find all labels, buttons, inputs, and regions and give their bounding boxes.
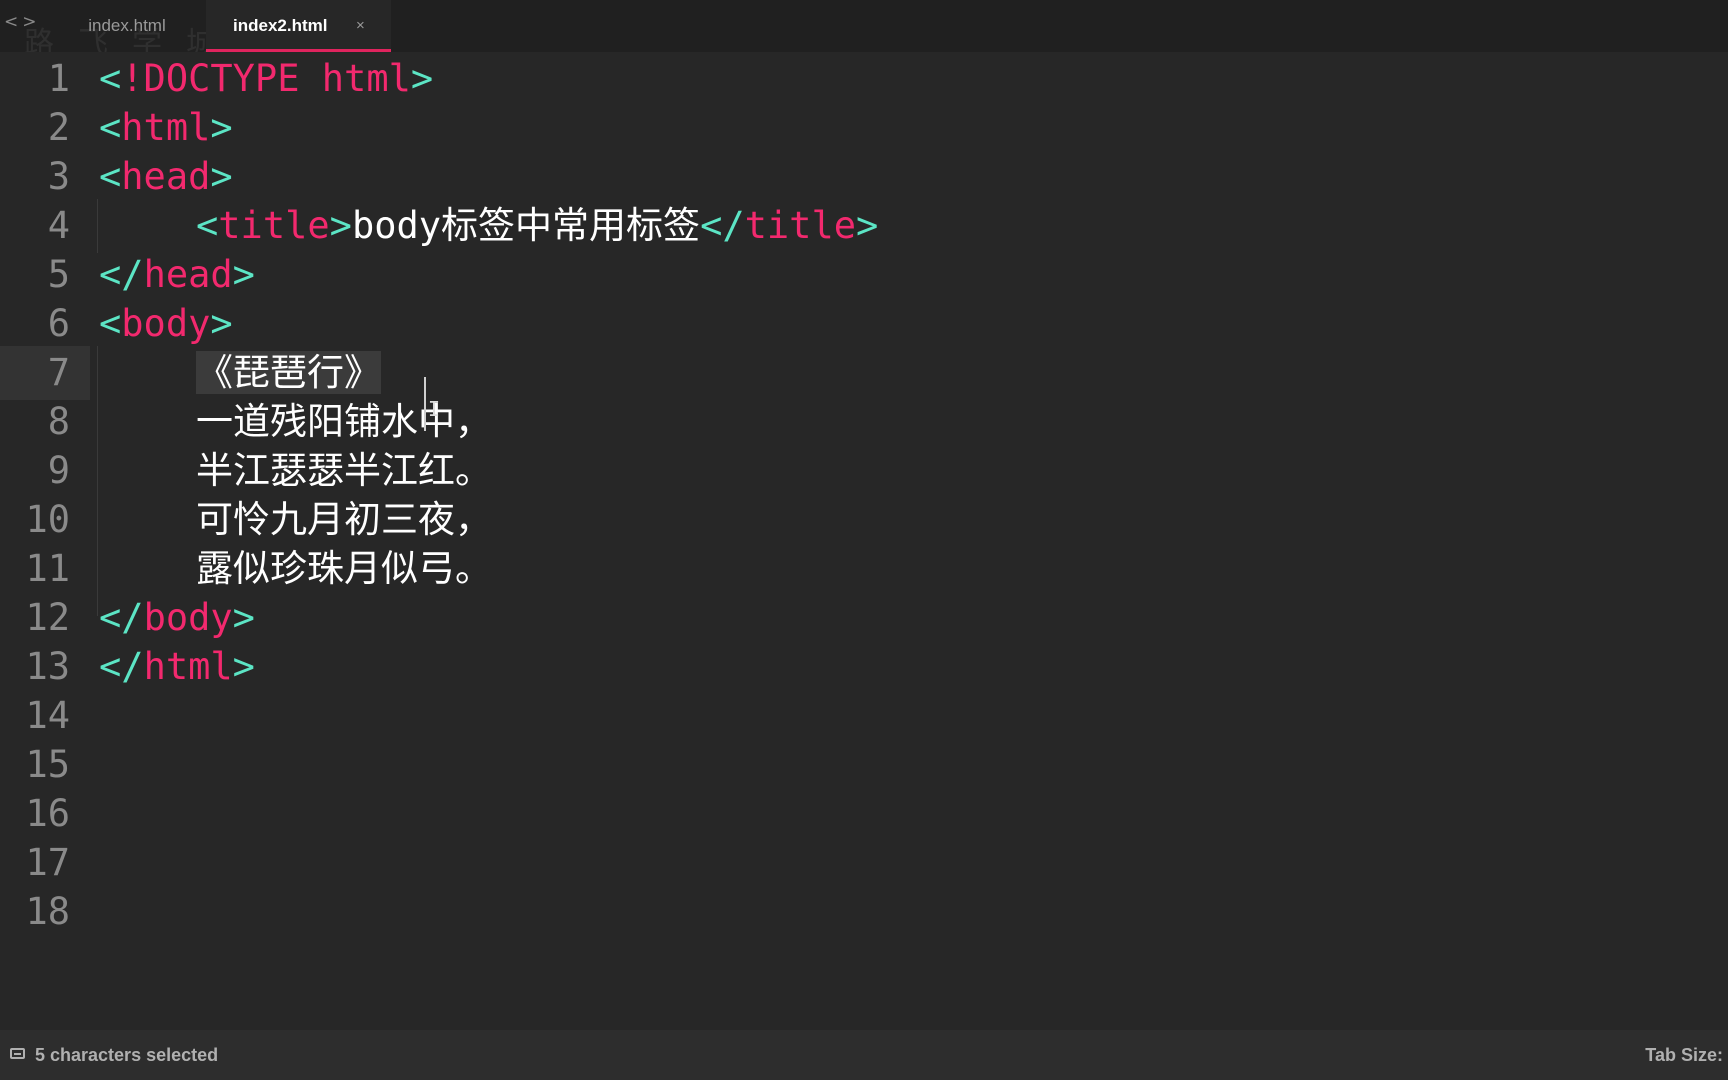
- tag-close-bracket: >: [856, 204, 879, 247]
- line-number: 5: [47, 253, 70, 296]
- tag-close-bracket: >: [232, 253, 255, 296]
- tag-open-bracket: <: [196, 204, 219, 247]
- console-icon[interactable]: [10, 1048, 25, 1059]
- code-line: 8 一道残阳铺水中，: [0, 395, 1728, 449]
- tag-close-bracket: >: [232, 645, 255, 688]
- line-number: 6: [47, 302, 70, 345]
- line-number: 17: [25, 841, 70, 884]
- tag-close-bracket: >: [410, 57, 434, 100]
- ibeam-cursor-icon: I: [428, 397, 441, 421]
- tag-name: title: [744, 204, 857, 247]
- code-line: 11 露似珍珠月似弓。: [0, 542, 1728, 596]
- tag-close-bracket: >: [210, 106, 233, 149]
- line-number: 15: [25, 743, 70, 786]
- code-line: 3 <head>: [0, 150, 1728, 204]
- tab-bar: <> 路飞学城 index.html index2.html ×: [0, 0, 1728, 61]
- tag-name: title: [218, 204, 330, 247]
- tag-open-bracket: <: [99, 155, 122, 198]
- line-number: 18: [25, 890, 70, 933]
- tag-close-bracket: >: [232, 596, 255, 639]
- line-number: 3: [47, 155, 70, 198]
- tag-open-bracket: </: [99, 253, 144, 296]
- line-content: </body>: [99, 591, 255, 645]
- doctype-keyword: html: [299, 57, 411, 100]
- line-content: <!DOCTYPE html>: [99, 52, 433, 106]
- line-content: </head>: [99, 248, 255, 302]
- code-line: 9 半江瑟瑟半江红。: [0, 444, 1728, 498]
- code-line: 16: [0, 787, 1728, 841]
- nav-back-icon[interactable]: <: [4, 12, 22, 32]
- code-line: 15: [0, 738, 1728, 792]
- tag-name: !DOCTYPE: [121, 57, 300, 100]
- code-editor[interactable]: 1 <!DOCTYPE html> 2 <html> 3 <head> 4 <t…: [0, 52, 1728, 1030]
- tag-open-bracket: </: [99, 596, 144, 639]
- line-number: 1: [47, 57, 70, 100]
- line-number: 12: [25, 596, 70, 639]
- line-content: <html>: [99, 101, 233, 155]
- tag-close-bracket: >: [329, 204, 352, 247]
- tag-open-bracket: <: [99, 57, 122, 100]
- tag-name: head: [121, 155, 211, 198]
- code-line: 13 </html>: [0, 640, 1728, 694]
- code-line: 14: [0, 689, 1728, 743]
- code-line: 10 可怜九月初三夜，: [0, 493, 1728, 547]
- title-text: body标签中常用标签: [351, 204, 701, 247]
- tag-open-bracket: </: [700, 204, 745, 247]
- poem-line: 一道残阳铺水中，: [196, 400, 492, 443]
- status-bar: 5 characters selected Tab Size: 4: [0, 1030, 1728, 1080]
- code-line: 18: [0, 885, 1728, 939]
- line-number: 9: [47, 449, 70, 492]
- tag-close-bracket: >: [210, 155, 233, 198]
- line-content: <title>body标签中常用标签</title>: [99, 199, 878, 253]
- tag-name: head: [143, 253, 233, 296]
- line-number: 4: [47, 204, 70, 247]
- line-number: 2: [47, 106, 70, 149]
- tag-open-bracket: <: [99, 302, 122, 345]
- text-caret: [424, 377, 426, 431]
- code-line: 2 <html>: [0, 101, 1728, 155]
- code-line: 1 <!DOCTYPE html>: [0, 52, 1728, 106]
- tag-open-bracket: <: [99, 106, 122, 149]
- line-content: <head>: [99, 150, 233, 204]
- line-number: 16: [25, 792, 70, 835]
- line-content: 露似珍珠月似弓。: [99, 542, 492, 596]
- close-icon[interactable]: ×: [356, 0, 365, 52]
- code-line: 6 <body>: [0, 297, 1728, 351]
- tag-name: html: [121, 106, 211, 149]
- line-content: <body>: [99, 297, 233, 351]
- code-line: 4 <title>body标签中常用标签</title>: [0, 199, 1728, 253]
- tab-label: index.html: [88, 16, 166, 35]
- tab-size-indicator[interactable]: Tab Size: 4: [1645, 1030, 1728, 1080]
- line-content: 可怜九月初三夜，: [99, 493, 492, 547]
- tab-label: index2.html: [233, 16, 328, 35]
- tab-index-html[interactable]: index.html: [50, 0, 204, 52]
- poem-line: 露似珍珠月似弓。: [196, 547, 492, 590]
- code-line: 5 </head>: [0, 248, 1728, 302]
- line-content: </html>: [99, 640, 255, 694]
- line-number: 13: [25, 645, 70, 688]
- line-number: 8: [47, 400, 70, 443]
- line-content: 半江瑟瑟半江红。: [99, 444, 492, 498]
- line-number: 7: [47, 351, 70, 394]
- tab-index2-html[interactable]: index2.html ×: [206, 0, 391, 52]
- code-line: 12 </body>: [0, 591, 1728, 645]
- tag-name: body: [121, 302, 211, 345]
- line-number: 14: [25, 694, 70, 737]
- tag-close-bracket: >: [210, 302, 233, 345]
- selected-text: 《琵琶行》: [196, 351, 381, 394]
- tag-name: body: [143, 596, 233, 639]
- line-number: 11: [25, 547, 70, 590]
- tag-name: html: [143, 645, 233, 688]
- tag-open-bracket: </: [99, 645, 144, 688]
- poem-line: 半江瑟瑟半江红。: [196, 449, 492, 492]
- code-line-current: 7 《琵琶行》: [0, 346, 1728, 400]
- line-content: 《琵琶行》: [99, 346, 381, 400]
- line-number: 10: [25, 498, 70, 541]
- selection-status: 5 characters selected: [35, 1045, 219, 1065]
- poem-line: 可怜九月初三夜，: [196, 498, 492, 541]
- code-line: 17: [0, 836, 1728, 890]
